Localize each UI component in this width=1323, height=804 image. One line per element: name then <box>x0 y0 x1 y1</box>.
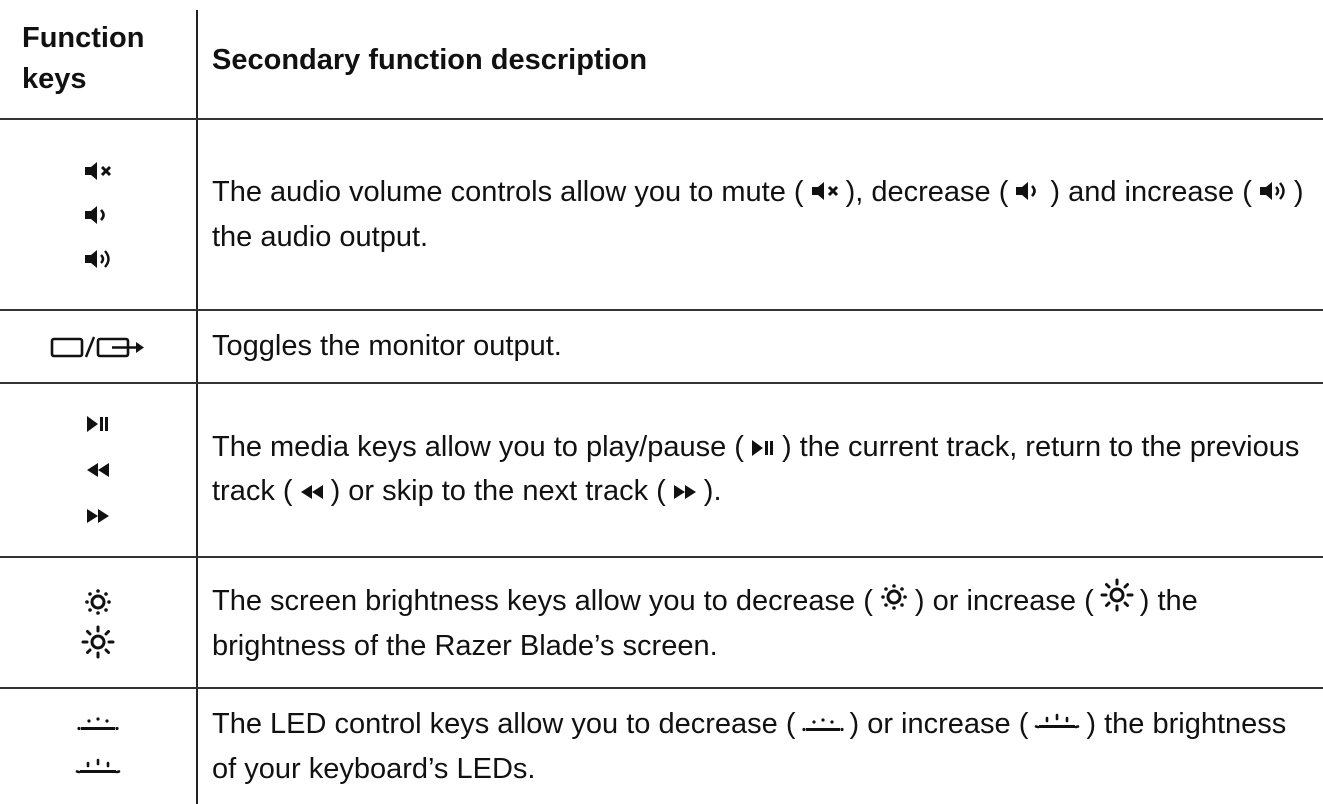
next-track-icon <box>672 472 698 514</box>
key-icons-led <box>0 689 196 804</box>
led-up-icon <box>75 758 121 780</box>
volume-up-icon <box>83 247 113 271</box>
led-down-icon <box>802 705 844 747</box>
description-monitor: Toggles the monitor output. <box>212 330 562 363</box>
description-audio: The audio volume controls allow you to m… <box>212 120 1312 309</box>
description-brightness: The screen brightness keys allow you to … <box>212 558 1312 687</box>
led-up-icon <box>1034 705 1080 747</box>
header-description: Secondary function description <box>212 43 648 76</box>
description-led: The LED control keys allow you to decrea… <box>212 689 1312 804</box>
volume-up-icon <box>1258 173 1288 215</box>
table-row-monitor: Toggles the monitor output. <box>0 311 1323 382</box>
led-down-icon <box>77 714 119 734</box>
brightness-up-icon <box>81 625 115 659</box>
mute-icon <box>83 159 113 183</box>
brightness-up-icon <box>1100 578 1134 624</box>
previous-track-icon <box>85 460 111 480</box>
volume-down-icon <box>1014 173 1044 215</box>
brightness-down-icon <box>879 582 909 624</box>
play-pause-icon <box>750 428 776 470</box>
table-row-brightness: The screen brightness keys allow you to … <box>0 558 1323 687</box>
play-pause-icon <box>85 414 111 434</box>
header-function-keys: Function keys <box>22 22 145 96</box>
description-media: The media keys allow you to play/pause (… <box>212 384 1312 556</box>
key-icons-brightness <box>0 558 196 687</box>
function-keys-table: Function keys Secondary function descrip… <box>0 0 1323 804</box>
key-icons-audio <box>0 120 196 309</box>
brightness-down-icon <box>83 587 113 617</box>
key-icons-monitor <box>0 311 196 382</box>
next-track-icon <box>85 506 111 526</box>
monitor-toggle-icon <box>50 335 146 359</box>
mute-icon <box>810 173 840 215</box>
previous-track-icon <box>299 472 325 514</box>
table-row-audio: The audio volume controls allow you to m… <box>0 120 1323 309</box>
key-icons-media <box>0 384 196 556</box>
volume-down-icon <box>83 203 113 227</box>
table-row-media: The media keys allow you to play/pause (… <box>0 384 1323 556</box>
table-row-led: The LED control keys allow you to decrea… <box>0 689 1323 804</box>
